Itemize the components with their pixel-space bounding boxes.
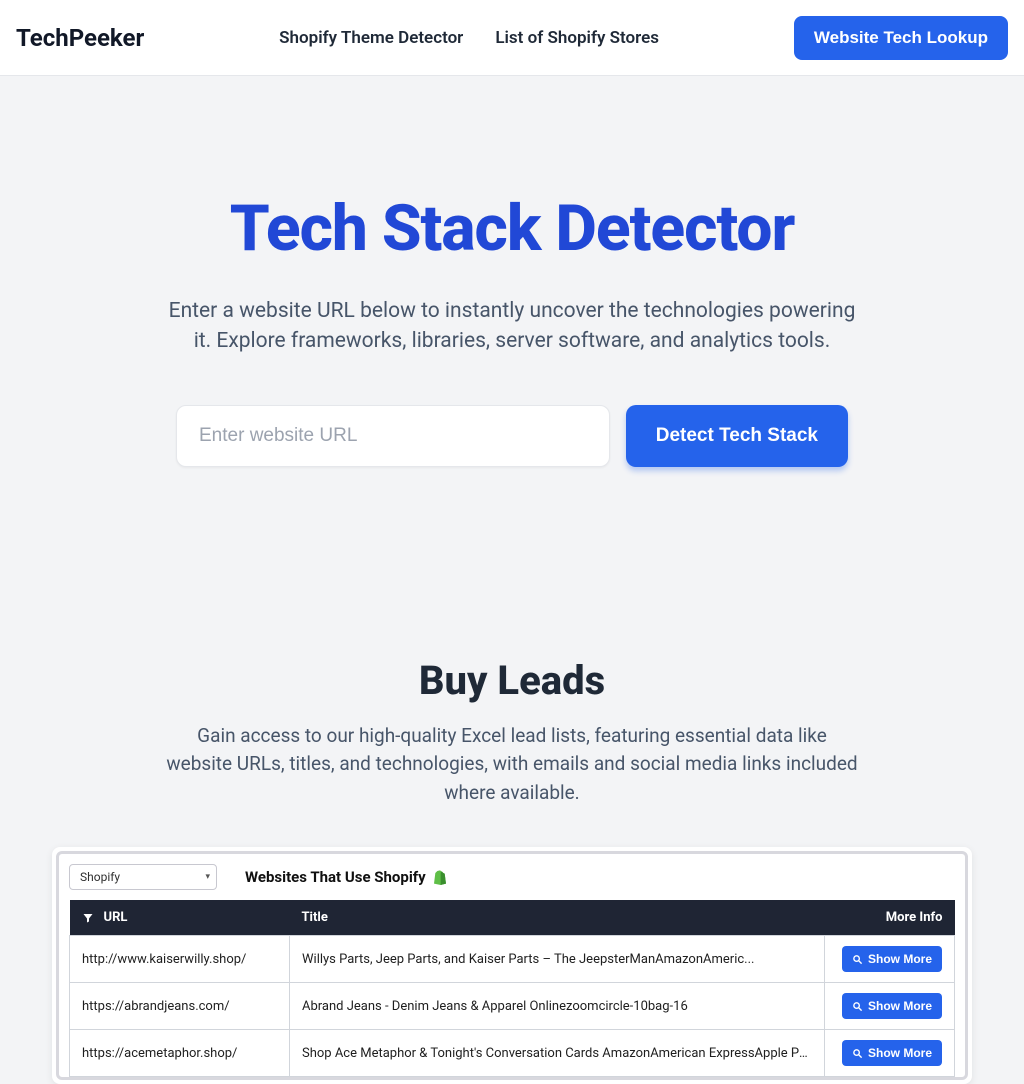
cell-url: http://www.kaiserwilly.shop/ <box>70 936 290 983</box>
preview-header: Shopify ▾ Websites That Use Shopify <box>69 864 955 900</box>
show-more-label: Show More <box>868 952 932 966</box>
cell-action: Show More <box>825 936 955 983</box>
leads-preview-card: Shopify ▾ Websites That Use Shopify <box>52 847 972 1084</box>
show-more-button[interactable]: Show More <box>842 946 942 972</box>
leads-table: URL Title More Info http://www.kaiserwil… <box>69 900 955 1077</box>
nav-link-shopify-theme-detector[interactable]: Shopify Theme Detector <box>279 28 463 48</box>
show-more-button[interactable]: Show More <box>842 993 942 1019</box>
column-more-info: More Info <box>825 900 955 936</box>
show-more-label: Show More <box>868 999 932 1013</box>
cell-title: Shop Ace Metaphor & Tonight's Conversati… <box>290 1030 825 1077</box>
filter-icon <box>82 912 94 924</box>
table-row: https://abrandjeans.com/ Abrand Jeans - … <box>70 983 955 1030</box>
top-nav: TechPeeker Shopify Theme Detector List o… <box>0 0 1024 76</box>
buy-leads-section: Buy Leads Gain access to our high-qualit… <box>0 467 1024 1084</box>
col-url-label: URL <box>104 910 128 925</box>
tech-filter-select[interactable]: Shopify ▾ <box>69 864 217 890</box>
shopify-icon <box>432 869 448 885</box>
logo[interactable]: TechPeeker <box>16 24 144 52</box>
preview-heading-wrap: Websites That Use Shopify <box>245 868 448 886</box>
leads-title: Buy Leads <box>40 657 984 704</box>
column-url: URL <box>70 900 290 936</box>
cell-action: Show More <box>825 1030 955 1077</box>
hero-section: Tech Stack Detector Enter a website URL … <box>0 76 1024 467</box>
search-icon <box>852 1048 863 1059</box>
website-url-input[interactable] <box>176 405 610 467</box>
column-title: Title <box>290 900 825 936</box>
nav-links: Shopify Theme Detector List of Shopify S… <box>144 28 794 48</box>
cell-title: Willys Parts, Jeep Parts, and Kaiser Par… <box>290 936 825 983</box>
search-icon <box>852 1001 863 1012</box>
cell-action: Show More <box>825 983 955 1030</box>
table-row: https://acemetaphor.shop/ Shop Ace Metap… <box>70 1030 955 1077</box>
cell-url: https://abrandjeans.com/ <box>70 983 290 1030</box>
cell-title: Abrand Jeans - Denim Jeans & Apparel Onl… <box>290 983 825 1030</box>
nav-link-list-of-shopify-stores[interactable]: List of Shopify Stores <box>495 28 659 48</box>
leads-preview-inner: Shopify ▾ Websites That Use Shopify <box>56 851 968 1080</box>
hero-title: Tech Stack Detector <box>40 191 984 266</box>
table-header-row: URL Title More Info <box>70 900 955 936</box>
show-more-label: Show More <box>868 1046 932 1060</box>
table-row: http://www.kaiserwilly.shop/ Willys Part… <box>70 936 955 983</box>
detect-tech-stack-button[interactable]: Detect Tech Stack <box>626 405 848 467</box>
hero-subtitle: Enter a website URL below to instantly u… <box>162 296 862 357</box>
chevron-down-icon: ▾ <box>205 872 210 882</box>
leads-subtitle: Gain access to our high-quality Excel le… <box>162 722 862 808</box>
search-icon <box>852 954 863 965</box>
select-value: Shopify <box>80 870 120 884</box>
url-search-form: Detect Tech Stack <box>176 405 848 467</box>
preview-heading: Websites That Use Shopify <box>245 868 426 886</box>
cell-url: https://acemetaphor.shop/ <box>70 1030 290 1077</box>
website-tech-lookup-button[interactable]: Website Tech Lookup <box>794 16 1008 60</box>
show-more-button[interactable]: Show More <box>842 1040 942 1066</box>
